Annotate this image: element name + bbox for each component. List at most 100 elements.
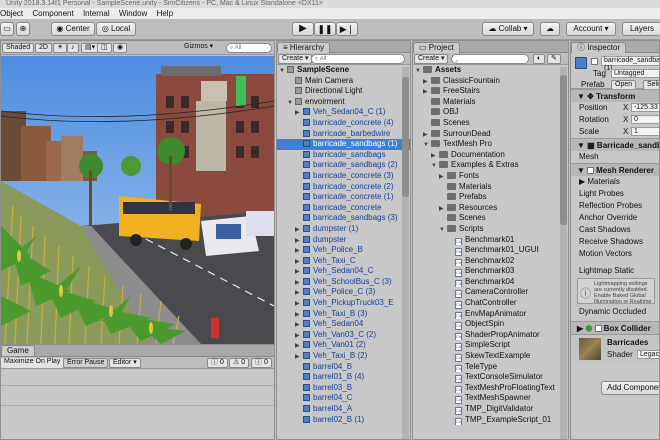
editor-dropdown[interactable]: Editor ▾ — [109, 358, 141, 368]
box-collider-checkbox[interactable] — [594, 325, 602, 332]
project-item[interactable]: C# CameraController — [413, 287, 568, 299]
hierarchy-item[interactable]: ▶ Veh_Taxi_B (3) — [277, 309, 410, 320]
filter-by-label-icon[interactable]: ✎ — [547, 54, 561, 64]
project-item[interactable]: C# TextConsoleSimulator — [413, 372, 568, 383]
tree-arrow-icon[interactable]: ▶ — [295, 236, 303, 246]
tab-inspector[interactable]: ⓘ Inspector — [571, 42, 627, 53]
hierarchy-item[interactable]: ▶ Veh_Van03_C (2) — [277, 330, 410, 341]
camera-icon[interactable]: ◫ — [97, 43, 112, 53]
project-item[interactable]: ▼ TextMesh Pro — [413, 139, 568, 150]
tree-arrow-icon[interactable]: ▶ — [295, 278, 303, 288]
rotation-x-field[interactable]: 0 — [631, 115, 659, 124]
tree-arrow-icon[interactable]: ▼ — [415, 66, 423, 76]
warning-count-icon[interactable]: ⚠ 0 — [229, 358, 250, 368]
project-item[interactable]: C# EnvMapAnimator — [413, 309, 568, 320]
tree-arrow-icon[interactable]: ▶ — [423, 130, 431, 140]
materials-row[interactable]: ▶ Materials — [571, 176, 659, 188]
transform-header[interactable]: ▼ ✥ Transform — [571, 89, 659, 102]
project-item[interactable]: C# Benchmark03 — [413, 266, 568, 277]
mesh-filter-header[interactable]: ▼ ▦ Barricade_sandbags (Mesh Filter) — [571, 138, 659, 151]
hierarchy-item[interactable]: barricade_sandbags (2) — [277, 160, 410, 171]
hierarchy-search-input[interactable]: ⌕ All — [311, 54, 405, 64]
local-global-button[interactable]: ◎ Local — [96, 22, 136, 36]
account-button[interactable]: Account ▾ — [566, 22, 616, 36]
project-item[interactable]: ▶ Resources — [413, 203, 568, 214]
scale-x-field[interactable]: 1 — [631, 127, 659, 136]
tree-arrow-icon[interactable]: ▼ — [439, 225, 447, 235]
project-item[interactable]: ▼ Assets — [413, 65, 568, 76]
tree-arrow-icon[interactable]: ▶ — [295, 299, 303, 309]
project-item[interactable]: C# Benchmark02 — [413, 256, 568, 267]
tree-arrow-icon[interactable]: ▶ — [295, 310, 303, 320]
object-name-field[interactable]: barricade_sandbags (1) — [601, 56, 659, 72]
menu-component[interactable]: Component — [32, 9, 73, 18]
menu-help[interactable]: Help — [157, 9, 173, 18]
step-button[interactable]: ▶❘ — [336, 22, 358, 36]
hierarchy-item[interactable]: barricade_concrete (4) — [277, 118, 410, 129]
project-create-button[interactable]: Create ▾ — [414, 54, 449, 64]
mesh-renderer-header[interactable]: ▼ Mesh Renderer — [571, 163, 659, 176]
hierarchy-item[interactable]: ▶ dumpster — [277, 235, 410, 246]
project-item[interactable]: C# ChatController — [413, 298, 568, 309]
tag-dropdown[interactable]: Untagged — [611, 69, 659, 78]
project-item[interactable]: C# Benchmark01 — [413, 235, 568, 246]
hierarchy-item[interactable]: ▶ Veh_Sedan04_C — [277, 266, 410, 277]
mesh-renderer-checkbox[interactable] — [587, 167, 595, 174]
gizmos-dropdown[interactable]: Gizmos ▾ — [181, 43, 216, 53]
project-item[interactable]: ▼ Examples & Extras — [413, 160, 568, 171]
tab-game[interactable]: Game — [1, 345, 35, 356]
layers-button[interactable]: Layers — [622, 22, 660, 36]
hierarchy-item[interactable]: ▶ Veh_Police_B — [277, 245, 410, 256]
mode-2d-toggle[interactable]: 2D — [35, 43, 52, 53]
filter-by-type-icon[interactable]: ◐ — [533, 54, 546, 64]
active-checkbox[interactable] — [591, 58, 598, 65]
pause-button[interactable]: ❚❚ — [314, 22, 336, 36]
hierarchy-item[interactable]: barrel04_B — [277, 362, 410, 373]
services-cloud-icon[interactable]: ☁ — [540, 22, 560, 36]
project-item[interactable]: C# SkewTextExample — [413, 351, 568, 362]
project-item[interactable]: ▶ FreeStairs — [413, 86, 568, 97]
center-pivot-button[interactable]: ◉ Center — [51, 22, 95, 36]
tree-arrow-icon[interactable]: ▶ — [295, 108, 303, 118]
tree-arrow-icon[interactable]: ▶ — [431, 151, 439, 161]
tree-arrow-icon[interactable]: ▶ — [439, 204, 447, 214]
menu-object[interactable]: Object — [0, 9, 23, 18]
tree-arrow-icon[interactable]: ▶ — [295, 246, 303, 256]
project-item[interactable]: Prefabs — [413, 192, 568, 203]
shader-dropdown[interactable]: Legacy Shaders/Diffuse — [637, 350, 659, 359]
tab-hierarchy[interactable]: ≡ Hierarchy — [277, 42, 331, 53]
project-item[interactable]: OBJ — [413, 107, 568, 118]
hierarchy-create-button[interactable]: Create ▾ — [278, 54, 313, 64]
tree-arrow-icon[interactable]: ▶ — [295, 320, 303, 330]
project-item[interactable]: C# TMP_ExampleScript_01 — [413, 415, 568, 426]
hierarchy-item[interactable]: Main Camera — [277, 76, 410, 87]
hierarchy-item[interactable]: barricade_sandbags (1) — [277, 139, 410, 150]
project-item[interactable]: C# TMP_DigitValidator — [413, 404, 568, 415]
scene-visibility-icon[interactable]: ◉ — [113, 43, 128, 53]
tree-arrow-icon[interactable]: ▶ — [439, 172, 447, 182]
tree-arrow-icon[interactable]: ▼ — [287, 98, 295, 108]
error-pause-toggle[interactable]: Error Pause — [63, 358, 109, 368]
hierarchy-item[interactable]: barrel04_C — [277, 393, 410, 404]
scene-viewport[interactable] — [1, 56, 274, 344]
project-search-input[interactable]: ⌕ — [451, 54, 529, 65]
hierarchy-item[interactable]: barricade_sandbags — [277, 150, 410, 161]
hierarchy-scrollbar[interactable] — [402, 67, 409, 439]
hierarchy-item[interactable]: barricade_concrete — [277, 203, 410, 214]
tree-arrow-icon[interactable]: ▼ — [431, 161, 439, 171]
project-item[interactable]: Materials — [413, 182, 568, 193]
project-item[interactable]: ▶ Documentation — [413, 150, 568, 161]
project-item[interactable]: C# Benchmark04 — [413, 277, 568, 288]
project-item[interactable]: ▶ ClassicFountain — [413, 76, 568, 87]
hierarchy-item[interactable]: ▶ dumpster (1) — [277, 224, 410, 235]
hierarchy-item[interactable]: barrel01_B (4) — [277, 372, 410, 383]
hierarchy-item[interactable]: barricade_concrete (2) — [277, 182, 410, 193]
hierarchy-item[interactable]: ▶ Veh_Taxi_B (2) — [277, 351, 410, 362]
hierarchy-item[interactable]: barrel04_A — [277, 404, 410, 415]
project-item[interactable]: C# TextMeshProFloatingText — [413, 383, 568, 394]
hierarchy-item[interactable]: ▼ SampleScene — [277, 65, 410, 76]
play-button[interactable]: ▶ — [292, 22, 314, 36]
hierarchy-item[interactable]: ▶ Veh_Taxi_C — [277, 256, 410, 267]
hierarchy-item[interactable]: ▼ envoirment — [277, 97, 410, 108]
project-item[interactable]: C# SimpleScript — [413, 340, 568, 352]
